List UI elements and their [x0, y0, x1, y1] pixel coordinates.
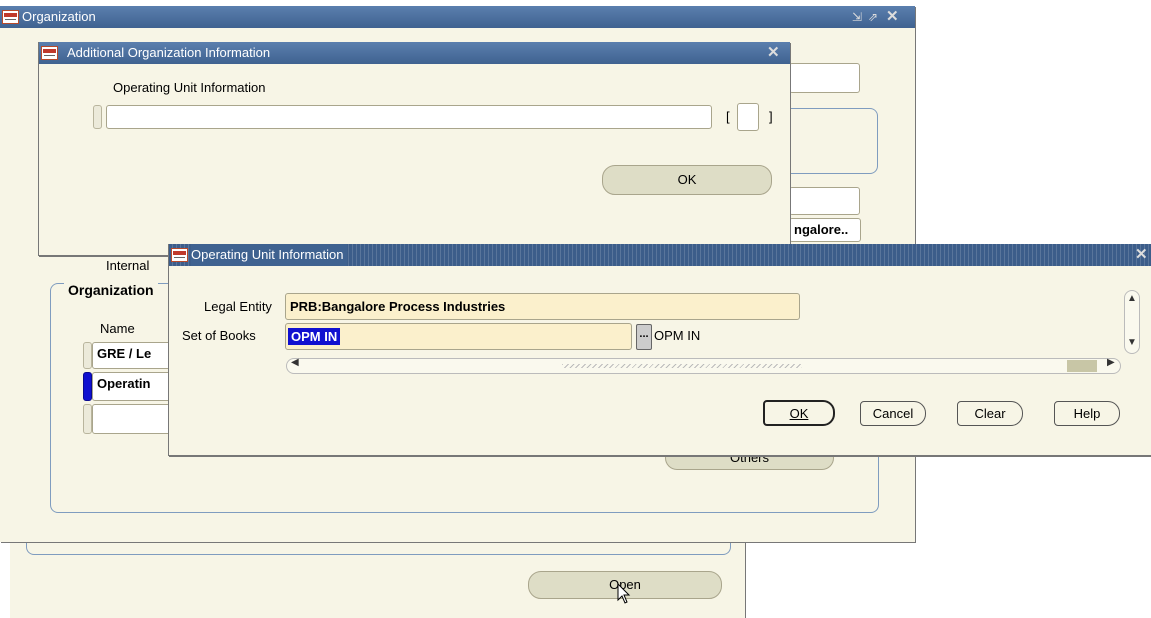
- org-field-top-right[interactable]: [789, 63, 860, 93]
- additional-org-info-titlebar: Additional Organization Information ✕: [39, 42, 790, 64]
- org-panel-right: [789, 108, 878, 174]
- operating-unit-info-field[interactable]: [106, 105, 712, 129]
- ok-button[interactable]: OK: [602, 165, 772, 195]
- organization-section-heading: Organization: [64, 282, 158, 298]
- location-field-value: ngalore..: [794, 222, 849, 237]
- row-selector-3[interactable]: [83, 404, 92, 434]
- oracle-logo-icon: [41, 46, 58, 60]
- clear-button[interactable]: Clear: [957, 401, 1023, 426]
- name-column-header: Name: [100, 321, 135, 336]
- vertical-scrollbar[interactable]: ▲ ▼: [1124, 290, 1140, 354]
- ok-button-label: OK: [677, 172, 697, 187]
- mouse-cursor-icon: [617, 583, 631, 604]
- location-field[interactable]: ngalore..: [789, 218, 861, 242]
- flexfield-button[interactable]: [737, 103, 759, 131]
- help-button[interactable]: Help: [1054, 401, 1120, 426]
- close-icon[interactable]: ✕: [767, 42, 780, 64]
- row-selector-2[interactable]: [83, 372, 92, 401]
- scroll-thumb[interactable]: [1067, 360, 1097, 372]
- maximize-icon[interactable]: ⇗: [868, 6, 878, 28]
- internal-label: Internal: [106, 258, 150, 273]
- ok-button-label: OK: [789, 406, 809, 421]
- ok-button[interactable]: OK: [763, 400, 835, 426]
- cancel-button-label: Cancel: [872, 406, 914, 421]
- scroll-thumb-grip: [562, 364, 802, 368]
- additional-org-info-title: Additional Organization Information: [67, 45, 271, 60]
- oracle-logo-icon: [171, 248, 188, 262]
- clear-button-label: Clear: [974, 406, 1006, 421]
- classification-row-2-text: Operatin: [97, 376, 151, 391]
- flex-row-selector[interactable]: [93, 105, 102, 129]
- operating-unit-titlebar: Operating Unit Information ✕: [169, 244, 1151, 266]
- org-field-mid-right[interactable]: [789, 187, 860, 215]
- classification-row-1-text: GRE / Le: [97, 346, 152, 361]
- close-icon[interactable]: ✕: [886, 6, 899, 28]
- legal-entity-label: Legal Entity: [204, 299, 272, 314]
- organization-titlebar: Organization ⇲ ⇗ ✕: [0, 6, 915, 28]
- legal-entity-value: PRB:Bangalore Process Industries: [290, 299, 506, 314]
- operating-unit-title: Operating Unit Information: [191, 244, 348, 266]
- close-icon[interactable]: ✕: [1135, 244, 1148, 266]
- set-of-books-description: OPM IN: [654, 328, 701, 343]
- additional-org-info-window: Additional Organization Information ✕ Op…: [38, 42, 790, 256]
- oracle-logo-icon: [2, 10, 19, 24]
- operating-unit-info-window: Operating Unit Information ✕ Legal Entit…: [168, 244, 1151, 456]
- lov-button[interactable]: ...: [636, 324, 652, 350]
- scroll-up-icon[interactable]: ▲: [1127, 293, 1137, 304]
- organization-title: Organization: [22, 9, 96, 24]
- cancel-button[interactable]: Cancel: [860, 401, 926, 426]
- lov-button-label: ...: [639, 328, 649, 340]
- legal-entity-field[interactable]: PRB:Bangalore Process Industries: [285, 293, 800, 320]
- minimize-icon[interactable]: ⇲: [852, 6, 862, 28]
- scroll-left-icon[interactable]: ◀: [291, 357, 299, 368]
- operating-unit-info-label: Operating Unit Information: [113, 80, 266, 95]
- bracket-left: [: [726, 109, 730, 124]
- set-of-books-value: OPM IN: [288, 328, 341, 345]
- bracket-right: ]: [769, 109, 773, 124]
- set-of-books-label: Set of Books: [182, 328, 256, 343]
- row-selector-1[interactable]: [83, 342, 92, 369]
- horizontal-scrollbar[interactable]: ◀ ▶: [286, 357, 1121, 374]
- help-button-label: Help: [1073, 406, 1101, 421]
- scroll-down-icon[interactable]: ▼: [1127, 337, 1137, 348]
- scroll-right-icon[interactable]: ▶: [1107, 357, 1115, 368]
- set-of-books-field[interactable]: OPM IN: [285, 323, 632, 350]
